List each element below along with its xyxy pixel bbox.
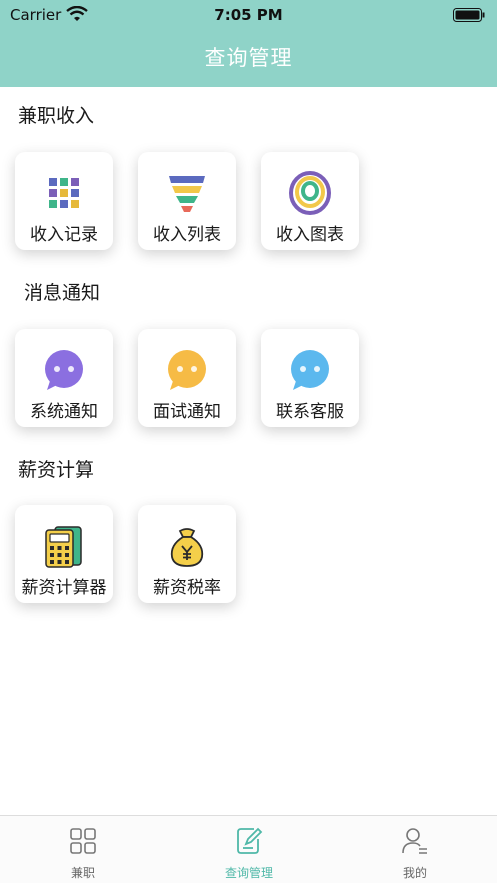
yellow-chat-icon <box>168 350 206 390</box>
page-title: 查询管理 <box>204 46 293 70</box>
clock: 7:05 PM <box>214 6 283 24</box>
tab-query-management[interactable]: 查询管理 <box>166 816 332 883</box>
battery-icon <box>453 8 485 22</box>
grid-icon <box>49 178 79 208</box>
tab-label: 我的 <box>402 866 427 880</box>
section-title-income: 兼职收入 <box>18 105 95 127</box>
income-record-button[interactable]: 收入记录 <box>15 152 113 250</box>
calculator-icon <box>45 526 82 568</box>
blue-chat-icon <box>291 350 329 390</box>
salary-tax-rate-button[interactable]: 薪资税率 <box>138 505 236 603</box>
card-label: 收入列表 <box>153 225 221 245</box>
card-label: 收入图表 <box>276 225 344 245</box>
rings-chart-icon <box>289 171 331 215</box>
money-bag-icon <box>170 528 204 567</box>
card-label: 系统通知 <box>30 402 98 422</box>
section-title-salary: 薪资计算 <box>18 459 95 481</box>
card-label: 联系客服 <box>276 402 344 422</box>
tab-label: 兼职 <box>70 866 95 880</box>
card-label: 收入记录 <box>30 225 98 245</box>
edit-doc-icon <box>237 827 263 854</box>
status-bar: Carrier 7:05 PM <box>0 0 497 30</box>
nav-header: Carrier 7:05 PM 查询管理 <box>0 0 497 87</box>
income-list-button[interactable]: 收入列表 <box>138 152 236 250</box>
funnel-list-icon <box>169 176 205 212</box>
section-title-notifications: 消息通知 <box>24 282 101 304</box>
tab-label: 查询管理 <box>224 866 273 880</box>
tab-bar: 兼职 查询管理 我的 <box>0 815 497 883</box>
purple-chat-icon <box>45 350 83 390</box>
card-label: 薪资计算器 <box>21 578 107 598</box>
income-chart-button[interactable]: 收入图表 <box>261 152 359 250</box>
salary-calculator-button[interactable]: 薪资计算器 <box>15 505 113 603</box>
contact-service-button[interactable]: 联系客服 <box>261 329 359 427</box>
tab-parttime[interactable]: 兼职 <box>0 816 166 883</box>
card-label: 面试通知 <box>153 402 221 422</box>
interview-notice-button[interactable]: 面试通知 <box>138 329 236 427</box>
person-icon <box>402 828 427 854</box>
tab-mine[interactable]: 我的 <box>332 816 497 883</box>
card-label: 薪资税率 <box>153 578 221 598</box>
grid-outline-icon <box>70 828 96 854</box>
system-notice-button[interactable]: 系统通知 <box>15 329 113 427</box>
